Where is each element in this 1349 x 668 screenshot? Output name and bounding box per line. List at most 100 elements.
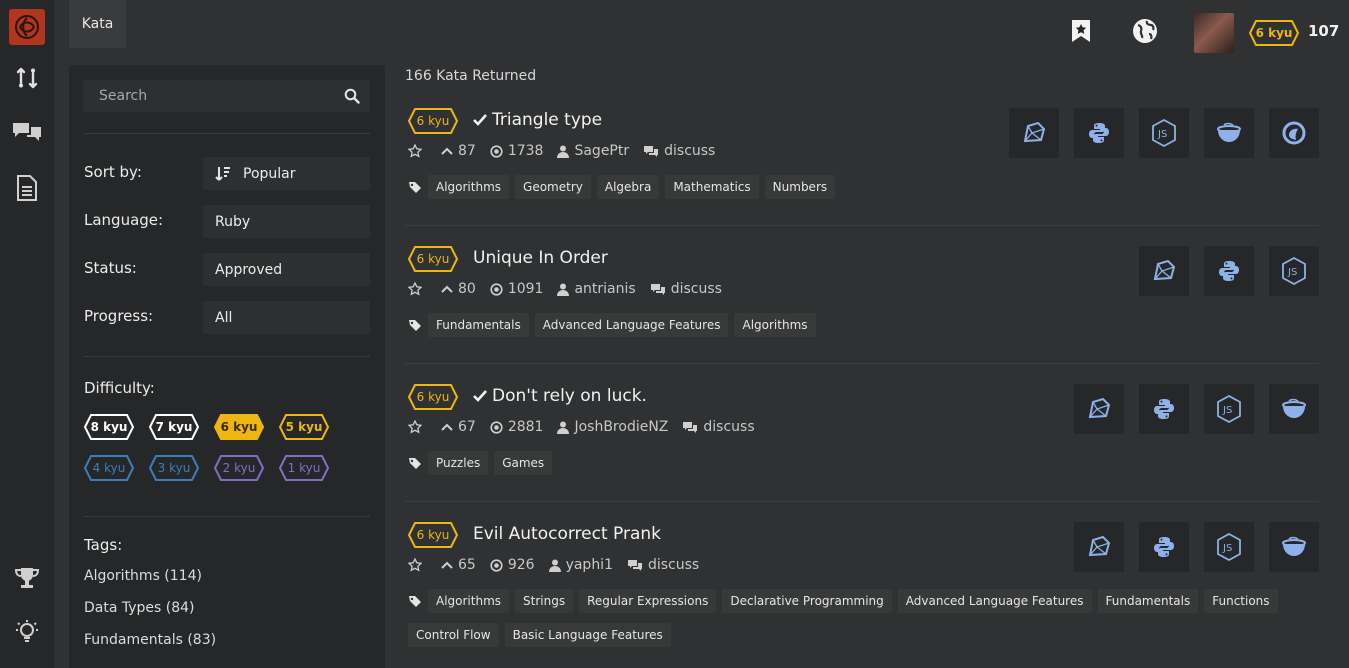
difficulty-6-kyu[interactable]: 6 kyu <box>214 414 264 440</box>
discuss-link[interactable]: discuss <box>650 281 722 297</box>
votes-count: 80 <box>458 281 476 297</box>
difficulty-4-kyu[interactable]: 4 kyu <box>84 455 134 481</box>
python-icon[interactable] <box>1204 246 1254 296</box>
kata-tag[interactable]: Advanced Language Features <box>897 589 1092 613</box>
python-icon[interactable] <box>1139 522 1189 572</box>
kata-title-link[interactable]: Triangle type <box>492 110 602 130</box>
kata-divider <box>405 225 1319 226</box>
bookmark-star-icon[interactable] <box>408 558 427 572</box>
bookmark-icon[interactable] <box>1068 18 1094 44</box>
docs-nav-icon[interactable] <box>0 168 54 208</box>
codewars-logo-icon[interactable] <box>9 9 45 45</box>
kata-tags: Algorithms Geometry Algebra Mathematics Numb… <box>408 175 1308 209</box>
author-link[interactable]: yaphi1 <box>548 557 613 573</box>
kata-tag[interactable]: Games <box>494 451 553 475</box>
kata-rank-label: 6 kyu <box>416 528 450 542</box>
discuss-link[interactable]: discuss <box>627 557 699 573</box>
kata-tag[interactable]: Fundamentals <box>428 313 529 337</box>
javascript-icon[interactable]: JS <box>1139 108 1189 158</box>
leaderboard-trophy-icon[interactable] <box>0 558 54 598</box>
kata-tag[interactable]: Functions <box>1204 589 1278 613</box>
difficulty-3-kyu[interactable]: 3 kyu <box>149 455 199 481</box>
javascript-icon[interactable]: JS <box>1204 522 1254 572</box>
kata-tag[interactable]: Numbers <box>764 175 836 199</box>
discuss-nav-icon[interactable] <box>0 112 54 152</box>
completions-count: 926 <box>507 557 535 573</box>
kata-practice-icon[interactable] <box>0 58 54 98</box>
kata-title-link[interactable]: Don't rely on luck. <box>492 386 647 406</box>
kata-tag[interactable]: Geometry <box>515 175 591 199</box>
idea-lightbulb-icon[interactable] <box>0 612 54 652</box>
tag-icon <box>408 313 426 337</box>
kata-tag[interactable]: Mathematics <box>665 175 759 199</box>
kata-meta: 80 1091 antrianis discuss <box>408 279 736 299</box>
upvote-chevron-icon <box>441 423 453 431</box>
author-name: JoshBrodieNZ <box>574 419 669 435</box>
author-link[interactable]: antrianis <box>557 281 636 297</box>
votes-count: 67 <box>458 419 476 435</box>
ruby-icon[interactable] <box>1074 522 1124 572</box>
kata-title-link[interactable]: Evil Autocorrect Prank <box>473 524 661 544</box>
difficulty-1-kyu[interactable]: 1 kyu <box>279 455 329 481</box>
difficulty-2-kyu[interactable]: 2 kyu <box>214 455 264 481</box>
difficulty-5-kyu[interactable]: 5 kyu <box>279 414 329 440</box>
progress-label: Progress: <box>84 307 154 325</box>
ruby-icon[interactable] <box>1009 108 1059 158</box>
bookmark-star-icon[interactable] <box>408 144 427 158</box>
javascript-icon[interactable]: JS <box>1269 246 1319 296</box>
python-icon[interactable] <box>1139 384 1189 434</box>
bookmark-star-icon[interactable] <box>408 282 427 296</box>
left-sidebar <box>0 0 54 668</box>
language-select[interactable]: Ruby <box>203 205 370 238</box>
author-link[interactable]: SagePtr <box>557 143 629 159</box>
tag-filter-item[interactable]: Fundamentals (83) <box>84 632 216 648</box>
discuss-link[interactable]: discuss <box>682 419 755 435</box>
elixir-icon[interactable] <box>1269 108 1319 158</box>
kata-tag[interactable]: Basic Language Features <box>504 623 671 647</box>
bookmark-star-icon[interactable] <box>408 420 427 434</box>
discuss-label: discuss <box>647 557 700 573</box>
filters-divider <box>84 516 370 517</box>
svg-text:JS: JS <box>1157 129 1167 140</box>
author-link[interactable]: JoshBrodieNZ <box>557 419 668 435</box>
javascript-icon[interactable]: JS <box>1204 384 1254 434</box>
kata-tag[interactable]: Regular Expressions <box>579 589 717 613</box>
python-icon[interactable] <box>1074 108 1124 158</box>
difficulty-label: 3 kyu <box>157 461 191 475</box>
kata-title-link[interactable]: Unique In Order <box>473 248 608 268</box>
kata-tag[interactable]: Algebra <box>596 175 660 199</box>
svg-text:JS: JS <box>1287 267 1297 278</box>
kata-tag[interactable]: Algorithms <box>428 175 510 199</box>
tag-filter-item[interactable]: Data Types (84) <box>84 600 195 616</box>
discuss-link[interactable]: discuss <box>643 143 715 159</box>
coffeescript-icon[interactable] <box>1269 522 1319 572</box>
coffeescript-icon[interactable] <box>1204 108 1254 158</box>
tab-kata[interactable]: Kata <box>69 0 126 48</box>
difficulty-label: 7 kyu <box>155 420 193 434</box>
globe-icon[interactable] <box>1132 18 1158 44</box>
difficulty-label: Difficulty: <box>84 379 155 397</box>
tag-filter-item[interactable]: Algorithms (114) <box>84 568 202 584</box>
user-avatar[interactable] <box>1194 13 1234 53</box>
difficulty-8-kyu[interactable]: 8 kyu <box>84 414 134 440</box>
kata-tag[interactable]: Algorithms <box>734 313 816 337</box>
kata-tag[interactable]: Puzzles <box>428 451 489 475</box>
kata-tag[interactable]: Fundamentals <box>1097 589 1199 613</box>
progress-select[interactable]: All <box>203 301 370 334</box>
ruby-icon[interactable] <box>1074 384 1124 434</box>
difficulty-label: 1 kyu <box>287 461 321 475</box>
kata-tag[interactable]: Control Flow <box>408 623 499 647</box>
coffeescript-icon[interactable] <box>1269 384 1319 434</box>
completions-count: 1738 <box>507 143 544 159</box>
difficulty-7-kyu[interactable]: 7 kyu <box>149 414 199 440</box>
status-select[interactable]: Approved <box>203 253 370 286</box>
search-input[interactable]: Search <box>83 80 370 112</box>
comments-icon <box>644 146 659 157</box>
kata-tag[interactable]: Algorithms <box>428 589 510 613</box>
ruby-icon[interactable] <box>1139 246 1189 296</box>
kata-tag[interactable]: Strings <box>515 589 574 613</box>
kata-tag[interactable]: Declarative Programming <box>722 589 892 613</box>
sort-select[interactable]: Popular <box>203 157 370 190</box>
kata-tag[interactable]: Advanced Language Features <box>534 313 729 337</box>
search-icon[interactable] <box>344 88 360 108</box>
